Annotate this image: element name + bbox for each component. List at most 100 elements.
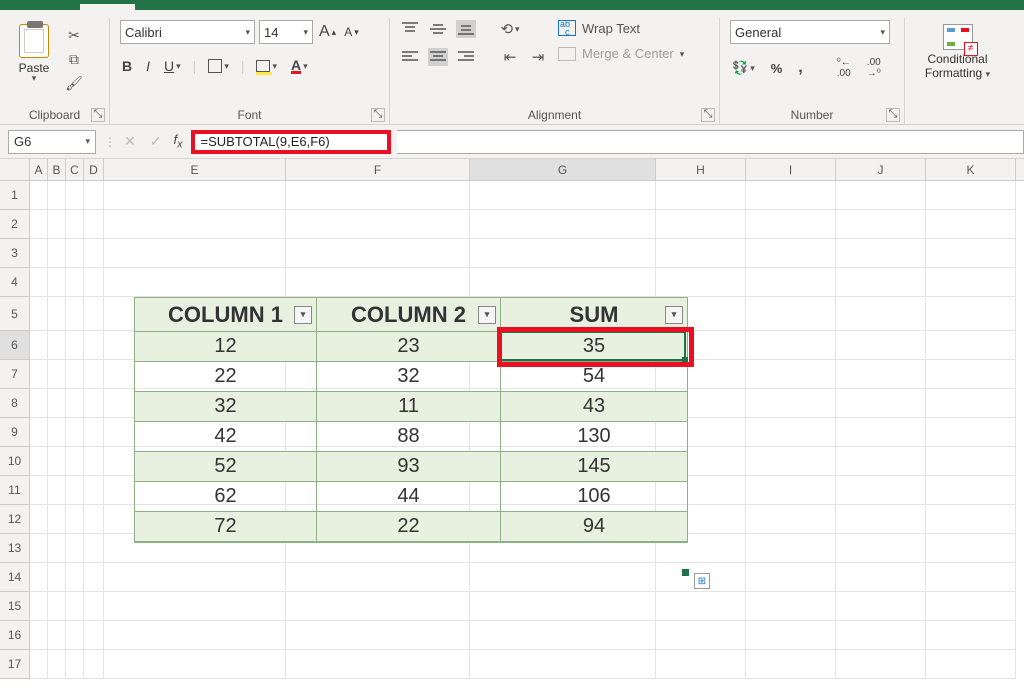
cell[interactable]: 52 (135, 452, 317, 482)
font-size-combo[interactable]: 14 ▾ (259, 20, 313, 44)
align-left-button[interactable] (400, 48, 420, 66)
row-header[interactable]: 9 (0, 418, 29, 447)
col-header[interactable]: E (104, 159, 286, 180)
row-header[interactable]: 7 (0, 360, 29, 389)
fx-icon[interactable]: fx (173, 132, 182, 151)
orientation-button[interactable]: ⟲▾ (500, 20, 520, 38)
col-header[interactable]: I (746, 159, 836, 180)
italic-button[interactable]: I (144, 58, 152, 74)
cell[interactable]: 54 (501, 362, 687, 392)
cell[interactable]: 42 (135, 422, 317, 452)
align-bottom-button[interactable] (456, 20, 476, 38)
row-header-active[interactable]: 6 (0, 331, 29, 360)
copy-icon[interactable]: ⧉ (64, 50, 84, 68)
table-header-cell[interactable]: SUM ▾ (501, 298, 687, 332)
wrap-text-button[interactable]: Wrap Text (558, 20, 684, 36)
align-middle-button[interactable] (428, 20, 448, 38)
row-header[interactable]: 1 (0, 181, 29, 210)
align-top-button[interactable] (400, 20, 420, 38)
filter-button[interactable]: ▾ (478, 306, 496, 324)
cell[interactable]: 43 (501, 392, 687, 422)
name-box[interactable]: G6 ▾ (8, 130, 96, 154)
table-resize-handle[interactable] (682, 569, 689, 576)
paste-button[interactable]: Paste ▾ (10, 20, 58, 92)
increase-indent-button[interactable]: ⇥ (528, 48, 548, 66)
col-header[interactable]: C (66, 159, 84, 180)
cell[interactable]: 94 (501, 512, 687, 542)
row-header[interactable]: 13 (0, 534, 29, 563)
accounting-format-button[interactable]: 💱▾ (730, 60, 757, 76)
col-header[interactable]: A (30, 159, 48, 180)
merge-center-button[interactable]: Merge & Center ▾ (558, 46, 684, 61)
row-header[interactable]: 12 (0, 505, 29, 534)
underline-button[interactable]: U▾ (162, 58, 183, 74)
row-header[interactable]: 14 (0, 563, 29, 592)
row-header[interactable]: 17 (0, 650, 29, 679)
format-painter-icon[interactable]: 🖌 (64, 74, 84, 92)
decrease-indent-button[interactable]: ⇤ (500, 48, 520, 66)
filter-button[interactable]: ▾ (294, 306, 312, 324)
row-header[interactable]: 16 (0, 621, 29, 650)
cell[interactable]: 93 (317, 452, 501, 482)
number-launcher[interactable]: ⤡ (886, 108, 900, 122)
row-header[interactable]: 10 (0, 447, 29, 476)
row-header[interactable]: 4 (0, 268, 29, 297)
row-header[interactable]: 11 (0, 476, 29, 505)
row-header[interactable]: 2 (0, 210, 29, 239)
formula-input-extension[interactable] (397, 130, 1024, 154)
filter-button[interactable]: ▾ (665, 306, 683, 324)
worksheet[interactable]: A B C D E F G H I J K 1 2 3 4 5 6 7 8 9 … (0, 159, 1024, 181)
clipboard-launcher[interactable]: ⤡ (91, 108, 105, 122)
row-header[interactable]: 3 (0, 239, 29, 268)
cell[interactable]: 22 (317, 512, 501, 542)
table-header-cell[interactable]: COLUMN 1 ▾ (135, 298, 317, 332)
increase-decimal-button[interactable]: ⁰←.00 (835, 58, 853, 78)
row-header[interactable]: 5 (0, 297, 29, 331)
align-center-button[interactable] (428, 48, 448, 66)
cell[interactable]: 32 (317, 362, 501, 392)
enter-formula-icon[interactable]: ✓ (150, 133, 162, 150)
align-right-button[interactable] (456, 48, 476, 66)
col-header[interactable]: K (926, 159, 1016, 180)
font-name-combo[interactable]: Calibri ▾ (120, 20, 255, 44)
increase-font-button[interactable]: A▴ (317, 23, 338, 41)
borders-button[interactable]: ▾ (206, 59, 231, 73)
active-ribbon-tab[interactable] (80, 4, 135, 10)
cell[interactable]: 130 (501, 422, 687, 452)
cell[interactable]: 44 (317, 482, 501, 512)
cell[interactable]: 23 (317, 332, 501, 362)
row-header[interactable]: 15 (0, 592, 29, 621)
col-header[interactable]: F (286, 159, 470, 180)
select-all-corner[interactable] (0, 159, 30, 180)
row-header[interactable]: 8 (0, 389, 29, 418)
cell[interactable]: 12 (135, 332, 317, 362)
decrease-font-button[interactable]: A▾ (342, 25, 361, 39)
col-header[interactable]: H (656, 159, 746, 180)
cell[interactable]: 72 (135, 512, 317, 542)
number-format-combo[interactable]: General ▾ (730, 20, 890, 44)
bold-button[interactable]: B (120, 58, 134, 74)
percent-button[interactable]: % (769, 61, 785, 76)
fill-color-button[interactable]: ▾ (254, 60, 279, 72)
fill-handle[interactable] (682, 357, 688, 363)
font-launcher[interactable]: ⤡ (371, 108, 385, 122)
col-header[interactable]: J (836, 159, 926, 180)
conditional-formatting-button[interactable]: ≠ Conditional Formatting ▾ (915, 20, 1000, 80)
table-header-cell[interactable]: COLUMN 2 ▾ (317, 298, 501, 332)
alignment-launcher[interactable]: ⤡ (701, 108, 715, 122)
cell[interactable]: 11 (317, 392, 501, 422)
cancel-formula-icon[interactable]: ✕ (124, 133, 136, 150)
cut-icon[interactable]: ✂ (64, 26, 84, 44)
comma-button[interactable]: , (796, 59, 804, 77)
formula-input[interactable]: =SUBTOTAL(9,E6,F6) (191, 130, 391, 154)
cell[interactable]: 32 (135, 392, 317, 422)
col-header[interactable]: B (48, 159, 66, 180)
decrease-decimal-button[interactable]: .00→⁰ (865, 58, 883, 78)
cell[interactable]: 62 (135, 482, 317, 512)
autofill-options-button[interactable]: ⊞ (694, 573, 710, 589)
col-header-active[interactable]: G (470, 159, 656, 180)
font-color-button[interactable]: A▾ (289, 59, 310, 74)
col-header[interactable]: D (84, 159, 104, 180)
cell[interactable]: 106 (501, 482, 687, 512)
cell-selected[interactable]: 35 (501, 332, 687, 362)
